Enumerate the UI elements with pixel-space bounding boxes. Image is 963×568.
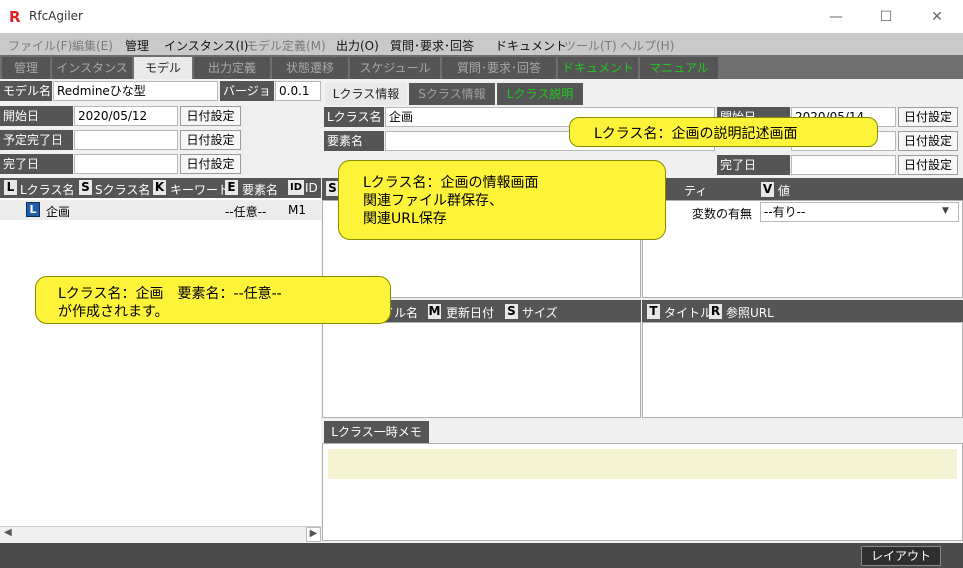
- scroll-left-icon[interactable]: ◀: [4, 527, 12, 538]
- property-row-label: 変数の有無: [692, 207, 753, 221]
- v-key-badge: V: [761, 182, 774, 197]
- done-date-field[interactable]: [74, 154, 178, 174]
- model-name-label: モデル名: [0, 81, 52, 101]
- col-element[interactable]: 要素名: [242, 181, 278, 198]
- menu-help[interactable]: ヘルプ(H): [620, 37, 674, 54]
- status-bar: [0, 543, 963, 568]
- maximize-icon[interactable]: ☐: [876, 7, 896, 27]
- callout-info-line1: Lクラス名：企画の情報画面: [363, 175, 539, 191]
- e-key-badge: E: [225, 180, 238, 195]
- menu-document[interactable]: ドキュメント: [495, 37, 567, 54]
- class-list-header: L Lクラス名 S Sクラス名 K キーワード E 要素名 ID ID: [0, 178, 321, 198]
- planned-date-set-button[interactable]: 日付設定: [180, 130, 241, 150]
- model-name-field[interactable]: Redmineひな型: [53, 81, 218, 101]
- col-size: サイズ: [522, 306, 558, 320]
- row-id: M1: [288, 203, 306, 217]
- col-keyword[interactable]: キーワード: [170, 181, 230, 198]
- m-key-badge: M: [428, 304, 441, 319]
- callout-info-line3: 関連URL保存: [363, 211, 447, 227]
- callout-info-line2: 関連ファイル群保存、: [363, 193, 503, 209]
- menu-tools[interactable]: ツール(T): [564, 37, 617, 54]
- lclass-done-set-button[interactable]: 日付設定: [898, 155, 958, 175]
- app-logo-icon: R: [9, 8, 22, 26]
- lclass-done-field[interactable]: [791, 155, 896, 175]
- version-field[interactable]: 0.0.1: [275, 81, 321, 101]
- menu-manage[interactable]: 管理: [125, 37, 149, 54]
- col-lclass[interactable]: Lクラス名: [20, 181, 74, 198]
- callout-desc-text: Lクラス名：企画の説明記述画面: [594, 126, 798, 142]
- row-element-name: --任意--: [225, 205, 267, 219]
- s-key-badge: S: [79, 180, 92, 195]
- callout-created: Lクラス名：企画 要素名：--任意-- が作成されます。: [35, 212, 391, 324]
- col-sclass[interactable]: Sクラス名: [95, 181, 150, 198]
- t-key-badge: T: [647, 304, 660, 319]
- layout-button[interactable]: レイアウト: [861, 546, 941, 566]
- menu-instance[interactable]: インスタンス(I): [164, 37, 248, 54]
- start-date-set-button[interactable]: 日付設定: [180, 106, 241, 126]
- element-name-label: 要素名: [324, 131, 384, 151]
- planned-date-label: 予定完了日: [0, 130, 73, 150]
- l-node-icon: L: [26, 202, 40, 217]
- chevron-down-icon[interactable]: ▼: [942, 206, 949, 216]
- property-panel-header: ティ V 値: [642, 178, 963, 200]
- horizontal-scrollbar[interactable]: ◀ ▶: [0, 526, 321, 542]
- lclass-done-label: 完了日: [717, 155, 790, 175]
- callout-created-line2: が作成されます。: [58, 304, 169, 320]
- col-updated-date: 更新日付: [446, 306, 495, 320]
- tab-memo[interactable]: Lクラス一時メモ: [324, 421, 429, 443]
- file-list-panel[interactable]: [322, 322, 641, 418]
- k-key-badge: K: [153, 180, 166, 195]
- col-property: ティ: [684, 184, 708, 198]
- lclass-start-set-button[interactable]: 日付設定: [898, 107, 958, 127]
- tab-qa[interactable]: 質問･要求･回答: [442, 57, 556, 79]
- menu-output[interactable]: 出力(O): [336, 37, 379, 54]
- tab-instance[interactable]: インスタンス: [52, 57, 132, 79]
- done-date-label: 完了日: [0, 154, 73, 174]
- s-key-badge: S: [505, 304, 518, 319]
- menu-model-def[interactable]: モデル定義(M): [246, 37, 326, 54]
- done-date-set-button[interactable]: 日付設定: [180, 154, 241, 174]
- url-list-panel[interactable]: [642, 322, 963, 418]
- col-title: タイトル: [664, 306, 713, 320]
- l-key-badge: L: [4, 180, 17, 195]
- callout-created-line1: Lクラス名：企画 要素名：--任意--: [58, 286, 282, 302]
- version-label: バージョン: [220, 81, 274, 118]
- start-date-label: 開始日: [0, 106, 73, 126]
- url-panel-header: T タイトル R 参照URL: [642, 300, 963, 322]
- callout-info-screen: Lクラス名：企画の情報画面 関連ファイル群保存、 関連URL保存: [338, 124, 666, 240]
- start-date-field[interactable]: 2020/05/12: [74, 106, 178, 126]
- lclass-name-label: Lクラス名: [324, 107, 384, 127]
- table-row[interactable]: L 企画 --任意-- M1: [0, 200, 321, 220]
- title-bar: [0, 0, 963, 33]
- tab-state-transition[interactable]: 状態遷移: [272, 57, 348, 79]
- minimize-icon[interactable]: —: [826, 7, 846, 27]
- col-ref-url: 参照URL: [726, 306, 774, 320]
- svg-text:R: R: [9, 9, 21, 24]
- tab-manage[interactable]: 管理: [2, 57, 50, 79]
- tab-model[interactable]: モデル: [134, 57, 192, 79]
- tab-schedule[interactable]: スケジュール: [350, 57, 440, 79]
- menu-qa[interactable]: 質問･要求･回答: [390, 37, 474, 54]
- id-key-badge: ID: [288, 180, 304, 195]
- lclass-planned-set-button[interactable]: 日付設定: [898, 131, 958, 151]
- memo-textarea[interactable]: [328, 449, 957, 479]
- tab-document[interactable]: ドキュメント: [558, 57, 638, 79]
- property-value-select[interactable]: --有り--: [760, 202, 959, 222]
- menu-edit[interactable]: 編集(E): [72, 37, 113, 54]
- tab-manual[interactable]: マニュアル: [640, 57, 718, 79]
- tab-lclass-info[interactable]: Lクラス情報: [325, 83, 407, 105]
- class-list: [0, 198, 321, 526]
- tab-output-def[interactable]: 出力定義: [194, 57, 270, 79]
- menu-file[interactable]: ファイル(F): [8, 37, 72, 54]
- r-key-badge: R: [709, 304, 722, 319]
- tab-sclass-info[interactable]: Sクラス情報: [409, 83, 495, 105]
- close-icon[interactable]: ✕: [927, 7, 947, 27]
- callout-desc-screen: Lクラス名：企画の説明記述画面: [514, 87, 878, 147]
- col-id[interactable]: ID: [305, 181, 318, 195]
- window-title: RfcAgiler: [29, 9, 83, 23]
- scroll-right-icon[interactable]: ▶: [306, 527, 321, 542]
- col-value: 値: [778, 184, 791, 198]
- planned-date-field[interactable]: [74, 130, 178, 150]
